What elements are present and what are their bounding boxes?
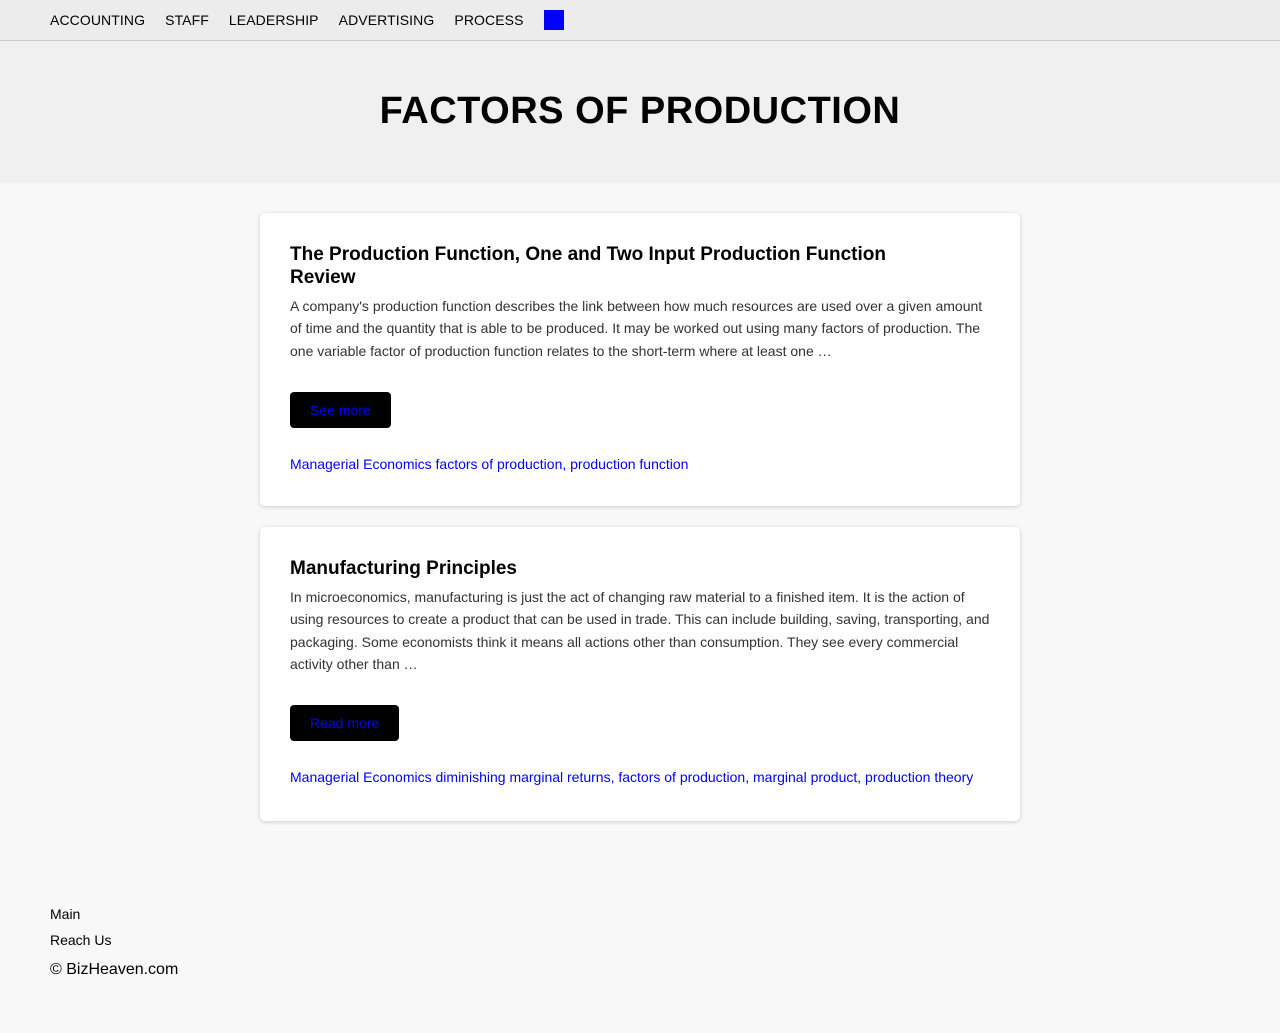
article-card: The Production Function, One and Two Inp…: [260, 213, 1020, 506]
top-navigation: ACCOUNTING STAFF LEADERSHIP ADVERTISING …: [0, 0, 1280, 41]
category-link[interactable]: Managerial Economics: [290, 456, 432, 472]
nav-item-process[interactable]: PROCESS: [454, 12, 523, 28]
page-title: FACTORS OF PRODUCTION: [379, 90, 901, 132]
read-more-button[interactable]: Read more: [290, 705, 400, 742]
nav-item-staff[interactable]: STAFF: [165, 12, 209, 28]
nav-item-leadership[interactable]: LEADERSHIP: [229, 12, 319, 28]
footer-link-reach-us[interactable]: Reach Us: [50, 930, 178, 950]
copyright-text: © BizHeaven.com: [50, 961, 179, 978]
footer-link-main[interactable]: Main: [50, 904, 178, 924]
article-excerpt: A company's production function describe…: [290, 298, 983, 359]
hero-banner: FACTORS OF PRODUCTION: [0, 41, 1280, 183]
article-title[interactable]: Manufacturing Principles: [290, 557, 990, 580]
tags-links[interactable]: factors of production, production functi…: [436, 456, 689, 472]
nav-item-advertising[interactable]: ADVERTISING: [339, 12, 435, 28]
category-link[interactable]: Managerial Economics: [290, 769, 432, 785]
article-meta: Managerial Economics factors of producti…: [290, 454, 990, 474]
see-more-button[interactable]: See more: [290, 391, 391, 428]
article-title[interactable]: The Production Function, One and Two Inp…: [290, 243, 990, 289]
article-meta: Managerial Economics diminishing margina…: [290, 767, 990, 787]
nav-item-accounting[interactable]: ACCOUNTING: [50, 12, 145, 28]
tags-links[interactable]: diminishing marginal returns, factors of…: [436, 769, 974, 785]
nav-list: ACCOUNTING STAFF LEADERSHIP ADVERTISING …: [50, 0, 564, 40]
article-excerpt: In microeconomics, manufacturing is just…: [290, 589, 990, 672]
menu-toggle-icon[interactable]: [543, 10, 564, 30]
article-card: Manufacturing Principles In microeconomi…: [260, 527, 1020, 821]
site-footer: Main Reach Us © BizHeaven.com: [50, 904, 178, 980]
